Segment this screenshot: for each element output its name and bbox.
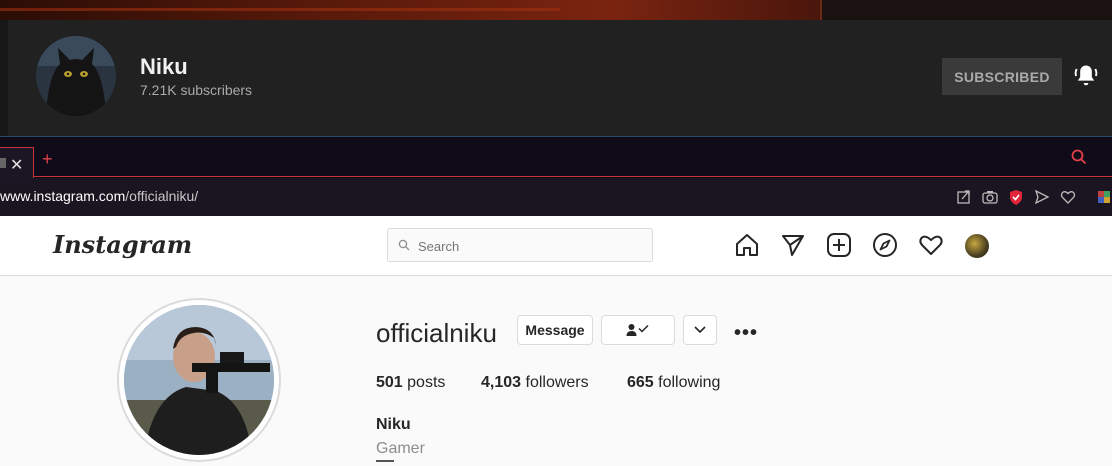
message-button[interactable]: Message xyxy=(517,315,593,345)
suggested-accounts-dropdown[interactable] xyxy=(683,315,717,345)
home-icon[interactable] xyxy=(734,232,760,258)
screenshot-camera-icon[interactable] xyxy=(982,187,998,207)
profile-picture[interactable] xyxy=(124,305,274,455)
explore-compass-icon[interactable] xyxy=(872,232,898,258)
url-text[interactable]: www.instagram.com/officialniku/ xyxy=(0,188,198,204)
channel-avatar[interactable] xyxy=(36,36,116,116)
profile-full-name: Niku xyxy=(376,416,411,433)
channel-name[interactable]: Niku xyxy=(140,54,188,80)
activity-heart-icon[interactable] xyxy=(918,232,944,258)
channel-banner xyxy=(0,0,1112,20)
more-options-icon[interactable]: ••• xyxy=(734,322,758,345)
vpn-shield-icon[interactable] xyxy=(1008,187,1024,207)
instagram-logo[interactable]: Instagram xyxy=(53,230,192,259)
address-bar[interactable]: www.instagram.com/officialniku/ xyxy=(0,178,1112,216)
profile-category: Gamer xyxy=(376,440,425,457)
search-box[interactable] xyxy=(387,228,653,262)
browser-tab[interactable]: ✕ xyxy=(0,147,34,178)
following-status-button[interactable] xyxy=(601,315,675,345)
direct-messages-icon[interactable] xyxy=(780,232,806,258)
browser-tab-strip: ✕ + xyxy=(0,136,1112,179)
share-icon[interactable] xyxy=(957,187,971,207)
tab-favicon xyxy=(0,158,6,168)
subscribed-button[interactable]: SUBSCRIBED xyxy=(942,58,1062,95)
chevron-down-icon xyxy=(694,326,706,334)
new-tab-icon[interactable]: + xyxy=(42,149,53,170)
search-input[interactable] xyxy=(416,236,640,256)
subscriber-count: 7.21K subscribers xyxy=(140,82,253,98)
search-icon xyxy=(398,239,410,251)
following-count[interactable]: 665 following xyxy=(627,374,720,392)
new-post-icon[interactable] xyxy=(826,232,852,258)
notification-bell-icon[interactable] xyxy=(1072,62,1100,90)
heart-bookmark-icon[interactable] xyxy=(1060,187,1076,207)
followers-count[interactable]: 4,103 followers xyxy=(481,374,589,392)
user-avatar[interactable] xyxy=(965,234,989,258)
close-tab-icon[interactable]: ✕ xyxy=(10,155,23,175)
extension-icon[interactable] xyxy=(1097,187,1112,207)
posts-count: 501 posts xyxy=(376,374,446,391)
search-tabs-icon[interactable] xyxy=(1070,148,1088,166)
send-icon[interactable] xyxy=(1034,187,1050,207)
instagram-header: Instagram xyxy=(0,216,1112,276)
profile-username: officialniku xyxy=(376,318,497,348)
person-check-icon xyxy=(626,324,649,336)
